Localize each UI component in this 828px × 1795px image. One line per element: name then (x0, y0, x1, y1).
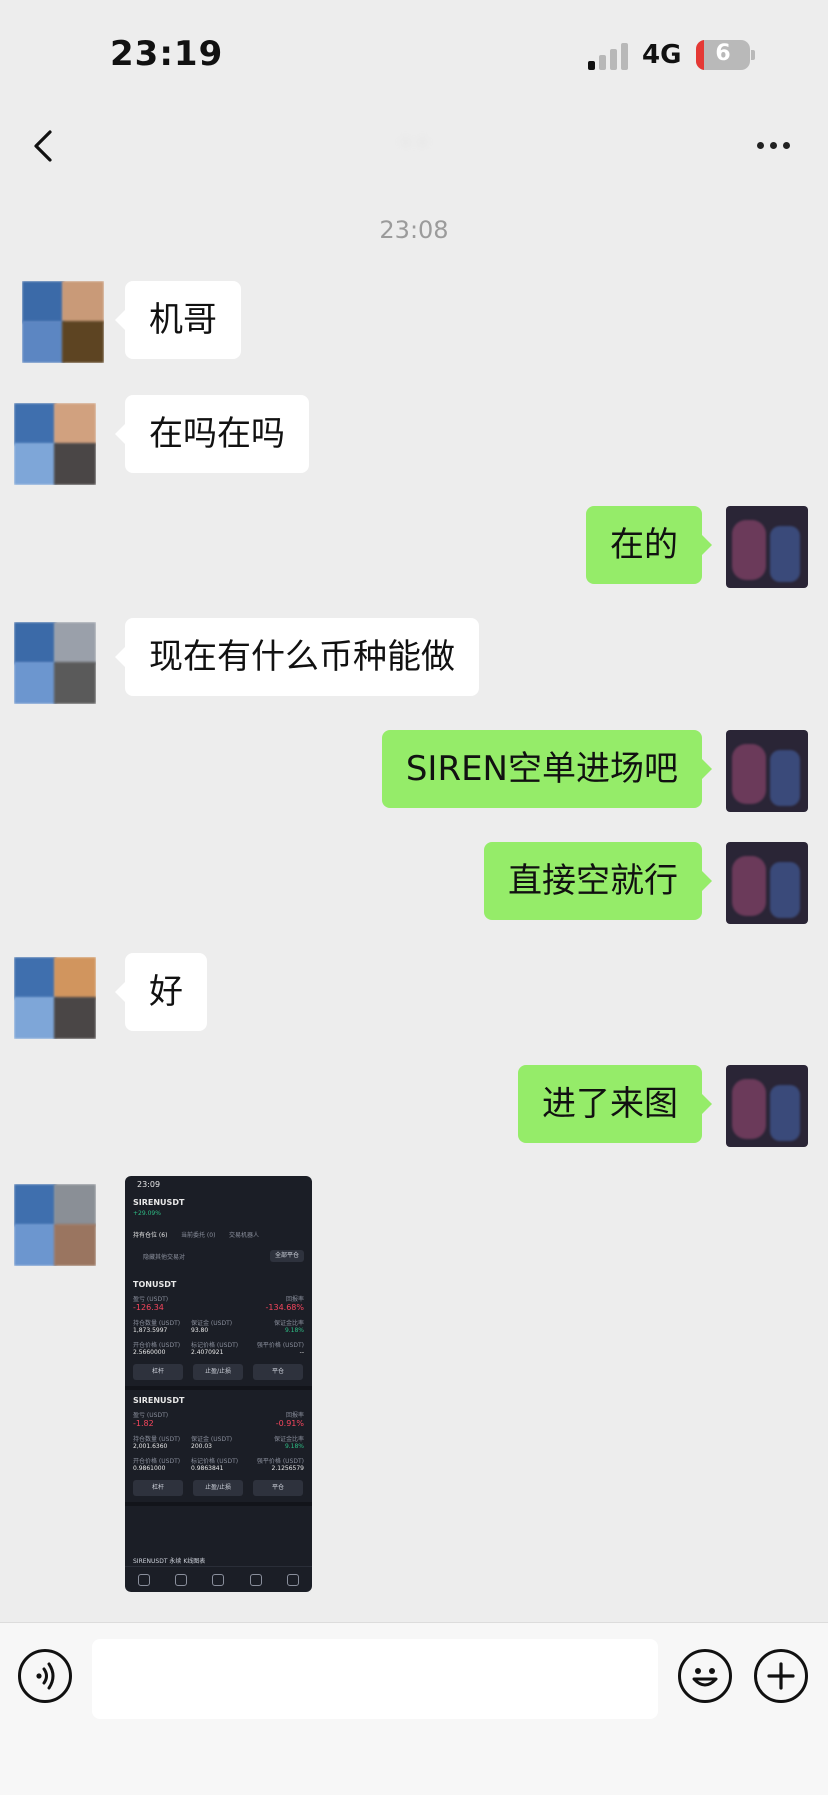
message-bubble[interactable]: 机哥 (115, 281, 241, 359)
image-status-time: 23:09 (137, 1180, 161, 1189)
market-icon (175, 1573, 188, 1586)
my-avatar[interactable] (726, 842, 808, 924)
image-position-symbol: TONUSDT (133, 1280, 177, 1289)
battery-icon: 6 (696, 40, 750, 70)
plus-button[interactable] (754, 1649, 808, 1703)
image-message[interactable]: 23:09 SIRENUSDT +29.09% 持有仓位 (6) 当前委托 (0… (125, 1176, 312, 1592)
image-value: 2.1256579 (271, 1465, 304, 1472)
image-value: 9.18% (284, 1327, 304, 1334)
image-divider (125, 1502, 312, 1506)
image-change: +29.09% (133, 1210, 161, 1217)
home-icon (137, 1573, 150, 1586)
trade-icon (212, 1573, 225, 1586)
message-bubble[interactable]: 在吗在吗 (115, 395, 309, 473)
voice-button[interactable] (18, 1649, 72, 1703)
emoji-button[interactable] (678, 1649, 732, 1703)
wallet-icon (287, 1573, 300, 1586)
image-value: -0.91% (275, 1419, 304, 1428)
message-bubble[interactable]: 现在有什么币种能做 (115, 618, 479, 696)
message-input[interactable] (92, 1639, 658, 1719)
network-type: 4G (642, 40, 682, 70)
message-bubble[interactable]: 进了来图 (518, 1065, 712, 1143)
voice-icon (36, 1662, 55, 1690)
image-position-symbol: SIRENUSDT (133, 1396, 185, 1405)
message-bubble[interactable]: 好 (115, 953, 207, 1031)
image-value: -134.68% (265, 1303, 304, 1312)
my-avatar[interactable] (726, 730, 808, 812)
image-label: 保证金比率 (273, 1436, 304, 1443)
image-button: 杠杆 (133, 1480, 183, 1496)
battery-tip (751, 50, 755, 60)
back-button[interactable] (26, 124, 66, 168)
more-button[interactable] (752, 130, 794, 160)
emoji-icon (692, 1668, 718, 1687)
message-bubble[interactable]: 在的 (586, 506, 712, 584)
my-avatar[interactable] (726, 506, 808, 588)
futures-icon (249, 1573, 262, 1586)
status-bar: 23:19 4G 6 (0, 0, 828, 100)
image-button: 止盈/止损 (193, 1364, 243, 1380)
my-avatar[interactable] (726, 1065, 808, 1147)
battery-level: 6 (715, 41, 731, 66)
image-button: 止盈/止损 (193, 1480, 243, 1496)
image-footer: SIRENUSDT 永续 K线图表 (133, 1558, 206, 1565)
plus-icon (767, 1662, 795, 1690)
image-tabbar (125, 1566, 312, 1592)
message-timestamp: 23:08 (379, 216, 449, 244)
message-bubble[interactable]: SIREN空单进场吧 (381, 730, 713, 808)
image-button: 杠杆 (133, 1364, 183, 1380)
contact-avatar[interactable] (22, 281, 104, 363)
image-label: 强平价格 (USDT) (256, 1342, 304, 1349)
image-tab: 交易机器人 (229, 1232, 260, 1239)
image-symbol: SIRENUSDT (133, 1198, 185, 1207)
image-button: 平仓 (253, 1480, 303, 1496)
image-button: 平仓 (253, 1364, 303, 1380)
contact-avatar[interactable] (14, 957, 96, 1039)
contact-avatar[interactable] (14, 1184, 96, 1266)
image-label: 保证金比率 (273, 1320, 304, 1327)
contact-avatar[interactable] (14, 403, 96, 485)
status-time: 23:19 (110, 34, 224, 74)
chat-title: · · (401, 128, 427, 158)
image-value: 9.18% (284, 1443, 304, 1450)
image-label: 强平价格 (USDT) (256, 1458, 304, 1465)
cellular-signal-icon (588, 42, 632, 70)
ellipsis-icon (756, 141, 764, 149)
image-divider (125, 1386, 312, 1390)
input-bar (0, 1622, 828, 1795)
image-close-all: 全部平仓 (270, 1250, 304, 1262)
image-label: 回报率 (285, 1296, 304, 1303)
image-label: 回报率 (285, 1412, 304, 1419)
contact-avatar[interactable] (14, 622, 96, 704)
chevron-left-icon (34, 130, 52, 162)
message-bubble[interactable]: 直接空就行 (484, 842, 712, 920)
image-value: -- (299, 1349, 304, 1356)
